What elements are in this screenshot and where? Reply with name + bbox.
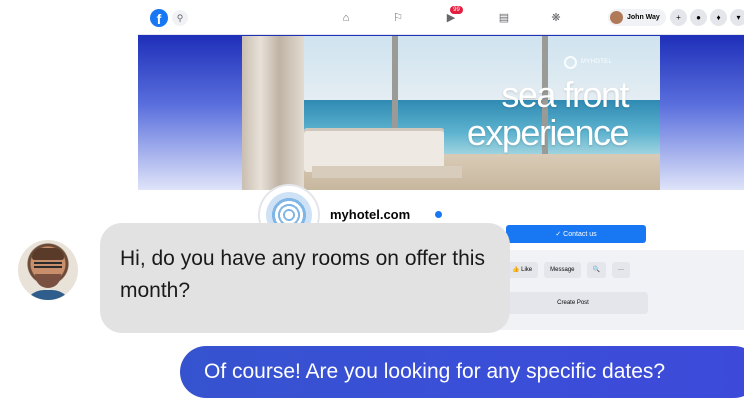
notification-badge: 99 xyxy=(450,6,463,14)
marketplace-icon[interactable]: ▤ xyxy=(496,10,512,26)
glasses-icon xyxy=(34,262,62,268)
page-name[interactable]: myhotel.com xyxy=(330,207,410,222)
outgoing-message-text: Of course! Are you looking for any speci… xyxy=(204,360,666,383)
cover-headline-line1: sea front xyxy=(501,74,629,115)
incoming-message-text: Hi, do you have any rooms on offer this … xyxy=(120,247,485,302)
contact-us-button[interactable]: ✓ Contact us xyxy=(506,225,646,243)
search-page-button[interactable]: 🔍 xyxy=(586,262,606,278)
facebook-topbar: f ⚲ ⌂ ⚐ ▶ 99 ▤ ❋ John Way + ● ♦ ▾ xyxy=(138,0,744,35)
like-button[interactable]: 👍 Like xyxy=(506,262,539,278)
search-icon[interactable]: ⚲ xyxy=(172,10,188,26)
cover-brand-text: MYHOTEL xyxy=(581,59,613,65)
hotel-logo-icon xyxy=(564,55,577,69)
messenger-icon[interactable]: ● xyxy=(690,9,707,26)
customer-avatar xyxy=(18,240,78,300)
notifications-icon[interactable]: ♦ xyxy=(710,9,727,26)
cover-headline: sea front experience xyxy=(466,74,630,153)
groups-icon[interactable]: ❋ xyxy=(548,10,564,26)
create-post-button[interactable]: Create Post xyxy=(498,292,648,314)
user-avatar xyxy=(610,11,623,24)
curtain xyxy=(242,36,304,190)
account-menu-icon[interactable]: ▾ xyxy=(730,9,744,26)
home-icon[interactable]: ⌂ xyxy=(338,10,354,26)
cover-headline-line2: experience xyxy=(466,112,630,153)
profile-chip[interactable]: John Way xyxy=(608,9,666,26)
cover-photo: MYHOTEL sea front experience xyxy=(242,36,660,190)
cover-brand-logo: MYHOTEL xyxy=(564,54,624,70)
create-icon[interactable]: + xyxy=(670,9,687,26)
user-name: John Way xyxy=(627,14,660,21)
verified-icon xyxy=(435,211,442,218)
flag-icon[interactable]: ⚐ xyxy=(390,10,406,26)
facebook-logo-icon[interactable]: f xyxy=(150,9,168,27)
more-options-button[interactable]: ··· xyxy=(612,262,630,278)
message-button[interactable]: Message xyxy=(544,262,581,278)
page-action-row: 👍 Like Message 🔍 ··· xyxy=(506,262,630,278)
